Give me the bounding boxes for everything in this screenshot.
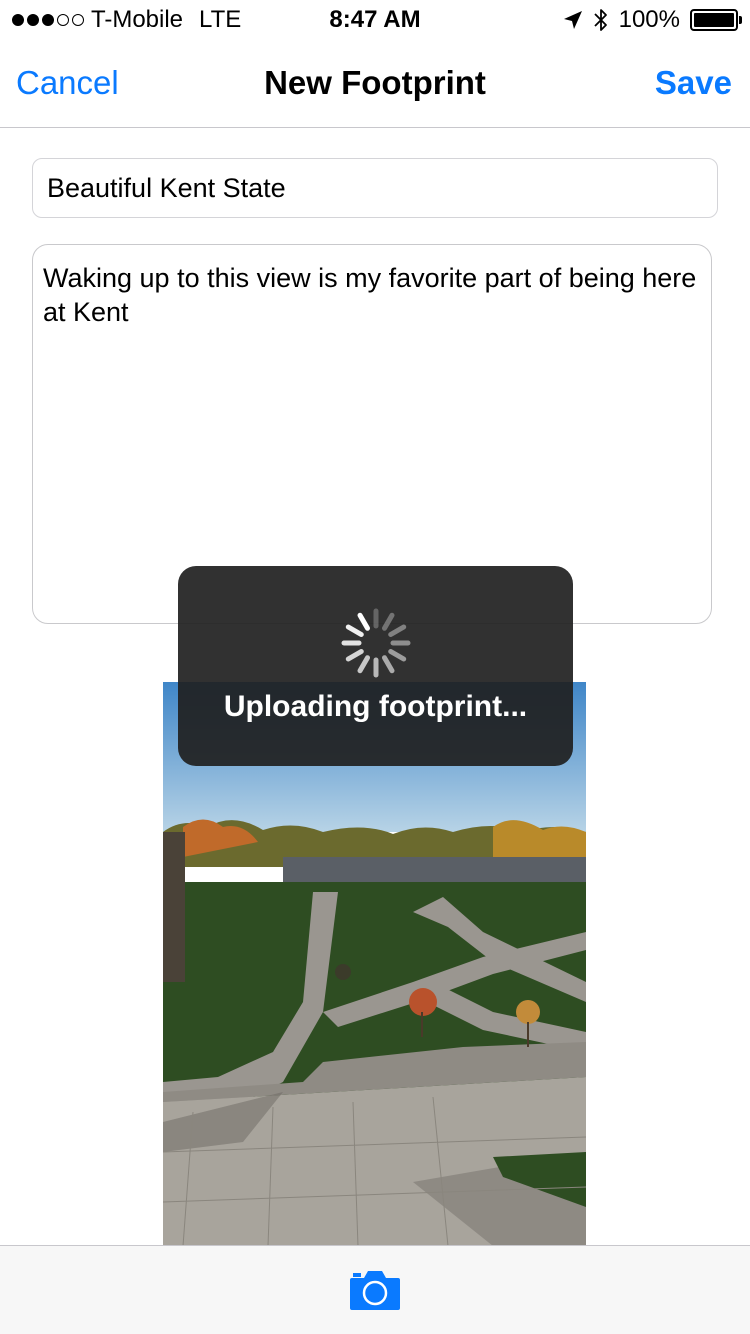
battery-fill	[694, 13, 734, 27]
spinner-spoke	[382, 655, 395, 674]
spinner-spoke	[345, 624, 364, 637]
progress-hud: Uploading footprint...	[178, 566, 573, 766]
spinner-spoke	[388, 624, 407, 637]
spinner-spoke	[357, 655, 370, 674]
activity-spinner-icon	[341, 608, 411, 678]
footprint-photo	[163, 682, 586, 1246]
bottom-toolbar	[0, 1245, 750, 1334]
camera-icon	[350, 1271, 400, 1310]
bluetooth-icon	[593, 9, 607, 31]
footprint-title-input[interactable]	[32, 158, 718, 218]
battery-percent: 100%	[618, 6, 680, 33]
spinner-spoke	[345, 649, 364, 662]
spinner-spoke	[388, 649, 407, 662]
spinner-spoke	[382, 612, 395, 631]
status-bar: T-Mobile LTE 8:47 AM 100%	[0, 0, 750, 40]
spinner-spoke	[357, 612, 370, 631]
cancel-button[interactable]: Cancel	[16, 64, 119, 102]
navigation-bar: Cancel New Footprint Save	[0, 40, 750, 128]
hud-message: Uploading footprint...	[223, 690, 528, 723]
save-button[interactable]: Save	[655, 64, 732, 102]
battery-icon	[690, 9, 742, 31]
status-right: 100%	[563, 6, 742, 34]
location-arrow-icon	[563, 11, 582, 29]
camera-button[interactable]	[348, 1268, 402, 1312]
